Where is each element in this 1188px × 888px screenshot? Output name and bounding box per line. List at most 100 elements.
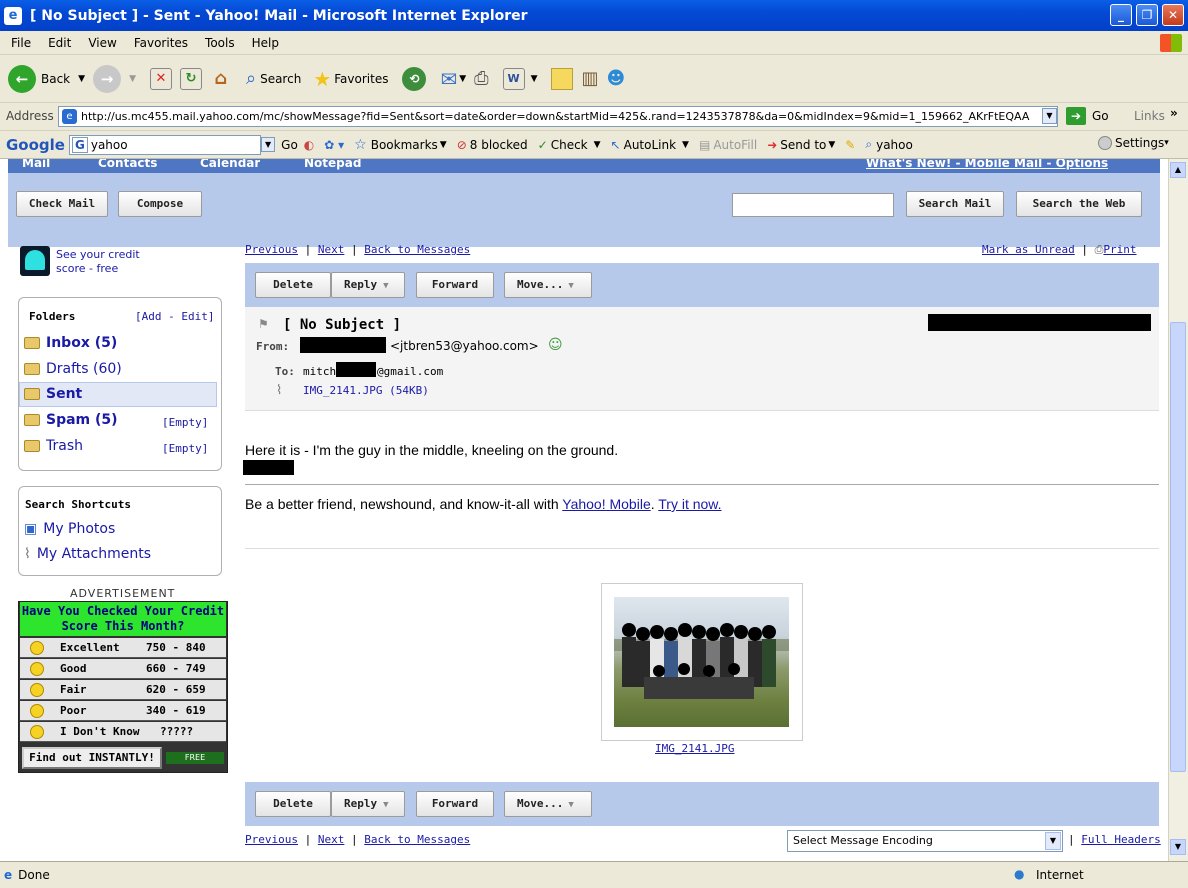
group-photo-image[interactable]	[614, 597, 789, 727]
image-caption-link[interactable]: IMG_2141.JPG	[655, 742, 734, 755]
google-search-input[interactable]: Gyahoo	[68, 134, 261, 155]
empty-trash-link[interactable]: [Empty]	[162, 442, 208, 455]
compose-button[interactable]: Compose	[118, 191, 202, 217]
maximize-button[interactable]: ❐	[1136, 4, 1158, 26]
previous-link[interactable]: Previous	[245, 833, 298, 846]
reply-button[interactable]: Reply ▼	[331, 272, 405, 298]
shortcut-my-attachments[interactable]: ⌇ My Attachments	[24, 546, 151, 562]
research-button[interactable]: ▥	[581, 68, 598, 89]
ad-cta-button[interactable]: Find out INSTANTLY!	[22, 747, 162, 769]
menu-edit[interactable]: Edit	[48, 36, 71, 50]
back-to-messages-link[interactable]: Back to Messages	[364, 833, 470, 846]
minimize-button[interactable]: _	[1110, 4, 1132, 26]
reply-button[interactable]: Reply ▼	[331, 791, 405, 817]
full-headers-wrap: | Full Headers	[1068, 833, 1161, 846]
next-link[interactable]: Next	[318, 243, 345, 256]
settings-button[interactable]: Settings ▾	[1098, 136, 1169, 150]
search-web-button[interactable]: Search the Web	[1016, 191, 1142, 217]
forward-button[interactable]: Forward	[416, 791, 494, 817]
scroll-up-icon[interactable]: ▲	[1170, 162, 1186, 178]
messenger-button[interactable]: ☻	[607, 68, 626, 89]
yahoo-mobile-link[interactable]: Yahoo! Mobile	[562, 496, 650, 512]
folder-inbox[interactable]: Inbox (5)	[24, 335, 117, 351]
print-button[interactable]: ⎙	[474, 68, 488, 89]
google-dropdown-icon[interactable]: ▼	[260, 137, 276, 152]
menu-help[interactable]: Help	[252, 36, 279, 50]
folder-sent[interactable]: Sent	[24, 386, 82, 402]
autolink-button[interactable]: ↖ AutoLink ▼	[611, 138, 689, 152]
menu-tools[interactable]: Tools	[205, 36, 235, 50]
folder-drafts[interactable]: Drafts (60)	[24, 361, 122, 377]
windows-logo-icon	[1160, 34, 1182, 52]
popup-icon[interactable]: ✿ ▾	[324, 138, 344, 152]
history-button[interactable]: ⟲	[402, 66, 427, 91]
close-button[interactable]: ✕	[1162, 4, 1184, 26]
address-input[interactable]: e http://us.mc455.mail.yahoo.com/mc/show…	[58, 106, 1058, 127]
autofill-label: AutoFill	[713, 137, 758, 152]
empty-spam-link[interactable]: [Empty]	[162, 416, 208, 429]
check-mail-button[interactable]: Check Mail	[16, 191, 108, 217]
autofill-button[interactable]: ▤ AutoFill	[699, 138, 757, 152]
back-to-messages-link[interactable]: Back to Messages	[364, 243, 470, 256]
mark-unread-link[interactable]: Mark as Unread	[982, 243, 1075, 256]
google-go-button[interactable]: Go	[281, 138, 298, 152]
print-link[interactable]: Print	[1103, 243, 1136, 256]
bookmark-star-icon: ☆	[354, 136, 367, 153]
attachment-link[interactable]: IMG_2141.JPG (54KB)	[303, 384, 429, 397]
folder-trash[interactable]: Trash	[24, 438, 83, 454]
tab-notepad[interactable]: Notepad	[304, 159, 361, 173]
menu-view[interactable]: View	[88, 36, 116, 50]
menu-favorites[interactable]: Favorites	[134, 36, 188, 50]
tab-mail[interactable]: Mail	[22, 159, 50, 173]
chevron-down-icon: ▼	[568, 800, 574, 810]
stop-button[interactable]: ✕	[149, 67, 172, 90]
credit-promo-link[interactable]: See your credit score - free	[56, 248, 166, 276]
move-button[interactable]: Move... ▼	[504, 791, 592, 817]
google-logo[interactable]: Google	[6, 136, 65, 154]
folder-spam[interactable]: Spam (5)	[24, 412, 118, 428]
blocked-button[interactable]: ⊘ 8 blocked	[457, 138, 528, 152]
favorites-button[interactable]: ★ Favorites	[313, 67, 388, 91]
mail-search-input[interactable]	[732, 193, 894, 217]
scroll-down-icon[interactable]: ▼	[1170, 839, 1186, 855]
shortcut-my-photos[interactable]: ▣ My Photos	[24, 521, 115, 537]
bookmarks-button[interactable]: ☆ Bookmarks ▼	[354, 137, 447, 153]
discuss-button[interactable]	[551, 67, 574, 90]
next-link[interactable]: Next	[318, 833, 345, 846]
tab-calendar[interactable]: Calendar	[200, 159, 260, 173]
previous-link[interactable]: Previous	[245, 243, 298, 256]
add-contact-icon[interactable]: ☺	[548, 337, 563, 353]
spellcheck-button[interactable]: ✓ Check ▼	[538, 138, 601, 152]
top-links[interactable]: What's New! - Mobile Mail - Options	[866, 159, 1108, 173]
folders-add-edit-link[interactable]: [Add - Edit]	[135, 310, 214, 323]
encoding-select[interactable]: Select Message Encoding ▼	[787, 830, 1063, 852]
links-button[interactable]: Links	[1134, 109, 1165, 123]
tab-contacts[interactable]: Contacts	[98, 159, 157, 173]
search-button[interactable]: ⌕ Search	[246, 68, 301, 89]
delete-button[interactable]: Delete	[255, 272, 331, 298]
forward-button[interactable]: Forward	[416, 272, 494, 298]
credit-ghost-icon[interactable]	[20, 246, 50, 276]
move-button[interactable]: Move... ▼	[504, 272, 592, 298]
try-it-now-link[interactable]: Try it now.	[658, 496, 721, 512]
mail-button[interactable]: ✉ ▼	[440, 67, 466, 91]
full-headers-link[interactable]: Full Headers	[1081, 833, 1160, 846]
highlight-icon[interactable]: ✎	[845, 138, 855, 152]
forward-button[interactable]: → ▼	[93, 64, 136, 93]
search-term-button[interactable]: ⌕ yahoo	[865, 137, 912, 152]
scroll-thumb[interactable]	[1170, 322, 1186, 772]
search-mail-button[interactable]: Search Mail	[906, 191, 1004, 217]
back-button[interactable]: ← Back ▼	[8, 64, 85, 93]
news-icon[interactable]: ◐	[304, 138, 314, 152]
shortcut-label: My Attachments	[36, 546, 152, 562]
address-dropdown-icon[interactable]: ▼	[1042, 108, 1057, 124]
home-button[interactable]: ⌂	[210, 68, 232, 90]
menu-file[interactable]: File	[11, 36, 31, 50]
go-button[interactable]: ➔ Go	[1066, 107, 1109, 125]
back-arrow-icon: ←	[8, 64, 36, 93]
delete-button[interactable]: Delete	[255, 791, 331, 817]
edit-button[interactable]: W ▼	[502, 67, 537, 90]
flag-icon[interactable]: ⚑	[258, 317, 269, 331]
refresh-button[interactable]: ↻	[179, 67, 202, 90]
sendto-button[interactable]: ➜ Send to ▼	[767, 138, 835, 152]
